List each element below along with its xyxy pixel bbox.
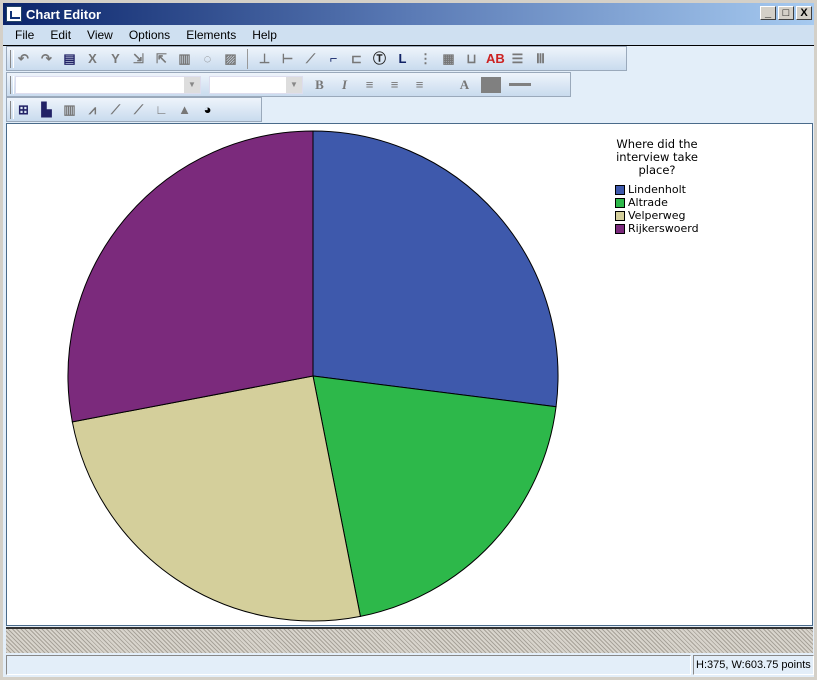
legend-item[interactable]: Altrade — [615, 196, 717, 209]
legend-title: Where did the interview take place? — [616, 137, 698, 177]
legend-label: Altrade — [628, 196, 668, 209]
histogram-icon[interactable]: ▲ — [176, 101, 193, 118]
legend-swatch — [615, 223, 625, 234]
pie-slice-lindenholt[interactable] — [312, 130, 559, 408]
stacked-bar-icon[interactable]: ▥ — [61, 101, 78, 118]
separator — [247, 48, 248, 69]
annotation-icon[interactable]: ⊏ — [348, 50, 365, 67]
transpose-icon[interactable]: ▨ — [222, 50, 239, 67]
rescale-down-icon[interactable]: ⇲ — [130, 50, 147, 67]
fill-color-button[interactable] — [481, 76, 501, 93]
text-color-button[interactable]: A — [456, 76, 473, 93]
x-axis-icon[interactable]: X — [84, 50, 101, 67]
line-chart-icon[interactable]: ⩘ — [84, 101, 101, 118]
reference-line-y-icon[interactable]: ⊥ — [256, 50, 273, 67]
legend-label: Rijkerswoerd — [628, 222, 699, 235]
bar-horizontal-icon[interactable]: ☰ — [509, 50, 526, 67]
legend-item[interactable]: Lindenholt — [615, 183, 717, 196]
text-box-icon[interactable]: Ⓣ — [371, 50, 388, 67]
pie-chart-icon[interactable]: ◕ — [199, 101, 216, 118]
redo-icon[interactable]: ↷ — [38, 50, 55, 67]
bar-chart-icon[interactable]: ▙ — [38, 101, 55, 118]
close-button[interactable]: X — [796, 6, 812, 20]
menu-edit[interactable]: Edit — [42, 28, 79, 42]
scatter-fit-icon[interactable]: ⟋ — [130, 101, 147, 118]
chart-background-area — [6, 627, 813, 653]
area-line-icon[interactable]: ∟ — [153, 101, 170, 118]
menu-bar: File Edit View Options Elements Help — [3, 25, 814, 46]
legend-swatch — [615, 197, 625, 208]
undo-icon[interactable]: ↶ — [15, 50, 32, 67]
pie-slice-rijkerswoerd[interactable] — [67, 130, 314, 423]
italic-button[interactable]: I — [336, 76, 353, 93]
status-message — [6, 655, 691, 675]
font-family-dropdown[interactable] — [15, 75, 201, 94]
grid-lines-icon[interactable]: ⋮ — [417, 50, 434, 67]
menu-options[interactable]: Options — [121, 28, 178, 42]
reference-line-x-icon[interactable]: ⊢ — [279, 50, 296, 67]
chart-dimensions: H:375, W:603.75 points — [693, 655, 814, 675]
rescale-up-icon[interactable]: ⇱ — [153, 50, 170, 67]
select-chart-icon[interactable]: ⊞ — [15, 101, 32, 118]
axis-frame-icon[interactable]: ⊔ — [463, 50, 480, 67]
lasso-icon[interactable]: ◌ — [199, 50, 216, 67]
menu-elements[interactable]: Elements — [178, 28, 244, 42]
minimize-button[interactable]: _ — [760, 6, 776, 20]
align-center-icon[interactable]: ≡ — [386, 76, 403, 93]
line-style-button[interactable] — [509, 83, 531, 86]
legend-item[interactable]: Velperweg — [615, 209, 717, 222]
chart-editor-icon — [6, 6, 22, 22]
legend-swatch — [615, 210, 625, 221]
menu-help[interactable]: Help — [244, 28, 285, 42]
window-title: Chart Editor — [26, 6, 102, 22]
legend-label: Velperweg — [628, 209, 686, 222]
title-icon[interactable]: ⌐ — [325, 50, 342, 67]
legend[interactable]: Where did the interview take place? Lind… — [607, 138, 717, 235]
chart-canvas[interactable]: Where did the interview take place? Lind… — [6, 123, 813, 626]
status-bar: H:375, W:603.75 points — [6, 655, 814, 677]
properties-icon[interactable]: ▤ — [61, 50, 78, 67]
scatter-icon[interactable]: ⟋ — [107, 101, 124, 118]
align-left-icon[interactable]: ≡ — [361, 76, 378, 93]
menu-file[interactable]: File — [7, 28, 42, 42]
grid-icon[interactable]: ▦ — [440, 50, 457, 67]
legend-label: Lindenholt — [628, 183, 686, 196]
y-axis-icon[interactable]: Y — [107, 50, 124, 67]
bold-button[interactable]: B — [311, 76, 328, 93]
3d-rotate-icon[interactable]: ▥ — [176, 50, 193, 67]
bar-vertical-icon[interactable]: Ⅲ — [532, 50, 549, 67]
font-size-dropdown[interactable] — [209, 75, 303, 94]
chart-type-toolbar: ⊞ ▙ ▥ ⩘ ⟋ ⟋ ∟ ▲ ◕ — [6, 97, 262, 122]
menu-view[interactable]: View — [79, 28, 121, 42]
footnote-icon[interactable]: L — [394, 50, 411, 67]
align-right-icon[interactable]: ≡ — [411, 76, 428, 93]
legend-swatch — [615, 184, 625, 195]
format-toolbar: B I ≡ ≡ ≡ A — [6, 72, 571, 97]
chart-editor-window: Chart Editor _ □ X File Edit View Option… — [0, 0, 817, 680]
edit-toolbar: ↶ ↷ ▤ X Y ⇲ ⇱ ▥ ◌ ▨ ⊥ ⊢ ⟋ ⌐ ⊏ Ⓣ L ⋮ ▦ ⊔ … — [6, 46, 627, 71]
legend-item[interactable]: Rijkerswoerd — [615, 222, 717, 235]
title-bar: Chart Editor _ □ X — [3, 3, 814, 25]
fit-line-icon[interactable]: ⟋ — [302, 50, 319, 67]
legend-icon[interactable]: AB — [486, 50, 505, 67]
maximize-button[interactable]: □ — [778, 6, 794, 20]
